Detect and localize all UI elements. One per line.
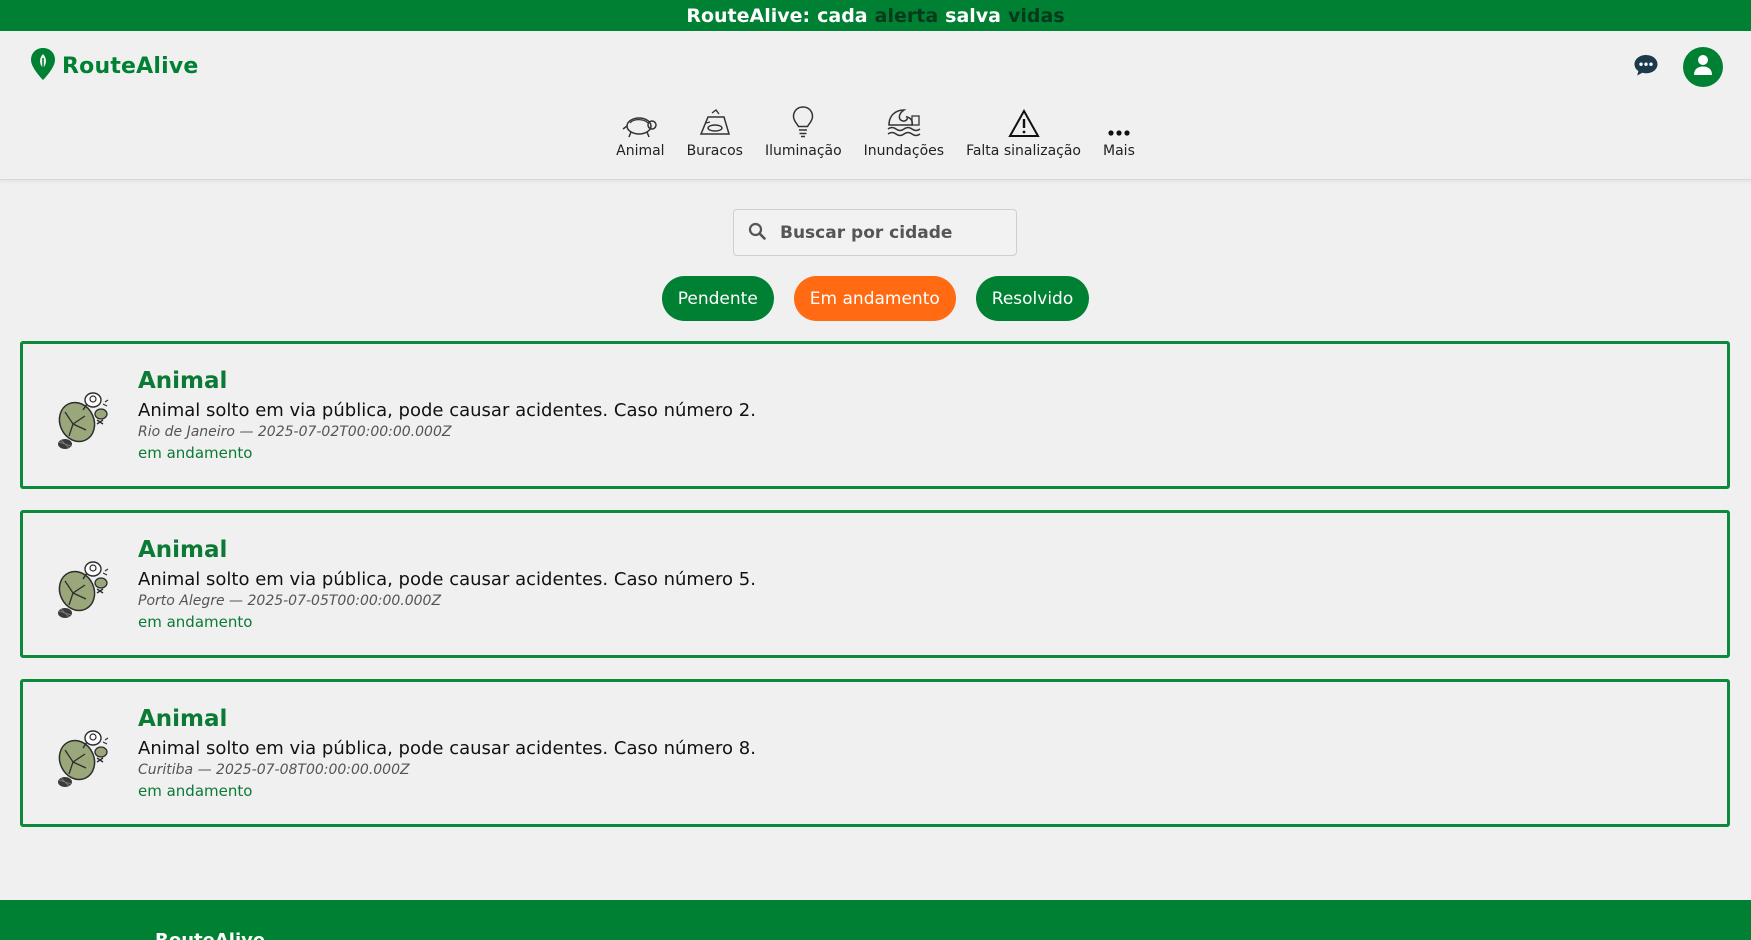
turtle-icon bbox=[53, 718, 115, 790]
logo-text: RouteAlive bbox=[62, 53, 199, 79]
filter-em-andamento-button[interactable]: Em andamento bbox=[793, 276, 956, 321]
report-title: Animal bbox=[138, 706, 228, 732]
banner-word: alerta bbox=[874, 4, 939, 27]
turtle-icon bbox=[53, 380, 115, 452]
footer-logo-text: RouteAlive bbox=[155, 930, 265, 940]
chat-button[interactable] bbox=[1631, 52, 1661, 82]
more-dots-icon bbox=[1106, 103, 1132, 139]
site-header: RouteAlive Animal Buracos Iluminação Inu… bbox=[0, 31, 1751, 180]
category-label: Inundações bbox=[863, 143, 945, 159]
category-label: Iluminação bbox=[764, 143, 842, 159]
report-list: Animal Animal solto em via pública, pode… bbox=[20, 341, 1730, 848]
profile-button[interactable] bbox=[1683, 47, 1723, 87]
logo-link[interactable]: RouteAlive bbox=[30, 47, 199, 85]
category-inundacoes[interactable]: Inundações bbox=[853, 103, 955, 159]
report-status: em andamento bbox=[138, 782, 253, 800]
flood-icon bbox=[886, 103, 922, 139]
report-title: Animal bbox=[138, 537, 228, 563]
banner-word: vidas bbox=[1008, 4, 1065, 27]
report-card[interactable]: Animal Animal solto em via pública, pode… bbox=[20, 510, 1730, 658]
report-status: em andamento bbox=[138, 613, 253, 631]
map-pin-leaf-icon bbox=[30, 47, 56, 85]
report-card[interactable]: Animal Animal solto em via pública, pode… bbox=[20, 341, 1730, 489]
banner-word: RouteAlive: bbox=[686, 4, 811, 27]
report-meta: Rio de Janeiro — 2025-07-02T00:00:00.000… bbox=[138, 424, 452, 440]
lightbulb-icon bbox=[791, 103, 815, 139]
filter-resolvido-button[interactable]: Resolvido bbox=[975, 276, 1090, 321]
site-footer: RouteAlive bbox=[0, 900, 1751, 940]
top-banner: RouteAlive: cada alerta salva vidas bbox=[0, 0, 1751, 31]
category-label: Falta sinalização bbox=[966, 143, 1082, 159]
category-mais[interactable]: Mais bbox=[1092, 103, 1146, 159]
user-avatar-icon bbox=[1693, 54, 1713, 80]
category-falta-sinalizacao[interactable]: Falta sinalização bbox=[955, 103, 1092, 159]
category-iluminacao[interactable]: Iluminação bbox=[754, 103, 853, 159]
animal-icon bbox=[621, 103, 659, 139]
chat-bubble-icon bbox=[1633, 53, 1659, 81]
warning-sign-icon bbox=[1007, 103, 1040, 139]
report-meta: Porto Alegre — 2025-07-05T00:00:00.000Z bbox=[138, 593, 442, 609]
report-description: Animal solto em via pública, pode causar… bbox=[138, 738, 756, 759]
report-title: Animal bbox=[138, 368, 228, 394]
report-description: Animal solto em via pública, pode causar… bbox=[138, 400, 756, 421]
report-status: em andamento bbox=[138, 444, 253, 462]
category-buracos[interactable]: Buracos bbox=[676, 103, 754, 159]
status-filters: Pendente Em andamento Resolvido bbox=[0, 276, 1751, 321]
turtle-icon bbox=[53, 549, 115, 621]
search-input[interactable] bbox=[780, 222, 990, 243]
banner-word: salva bbox=[945, 4, 1001, 27]
category-nav: Animal Buracos Iluminação Inundações Fal… bbox=[0, 103, 1751, 159]
category-label: Mais bbox=[1103, 143, 1135, 159]
report-meta: Curitiba — 2025-07-08T00:00:00.000Z bbox=[138, 762, 410, 778]
search-icon bbox=[748, 222, 766, 244]
report-card[interactable]: Animal Animal solto em via pública, pode… bbox=[20, 679, 1730, 827]
category-label: Buracos bbox=[686, 143, 743, 159]
filter-pendente-button[interactable]: Pendente bbox=[661, 276, 774, 321]
pothole-icon bbox=[698, 103, 732, 139]
report-description: Animal solto em via pública, pode causar… bbox=[138, 569, 756, 590]
city-search bbox=[733, 209, 1017, 256]
category-animal[interactable]: Animal bbox=[605, 103, 675, 159]
banner-word: cada bbox=[817, 4, 868, 27]
category-label: Animal bbox=[616, 143, 665, 159]
